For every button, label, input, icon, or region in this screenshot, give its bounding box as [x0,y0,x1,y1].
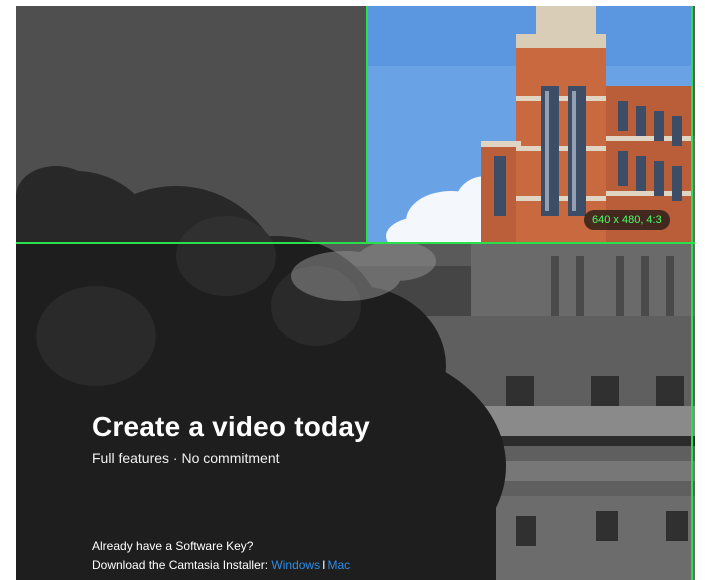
windows-download-link[interactable]: Windows [271,558,320,572]
download-prefix: Download the Camtasia Installer: [92,558,272,572]
hero-subtitle: Full features · No commitment [92,450,280,466]
building-scene-illustration [16,6,695,580]
screen-recording-area: 640 x 480, 4:3 Create a video today Full… [0,0,705,580]
mac-download-link[interactable]: Mac [327,558,350,572]
hero-title: Create a video today [92,411,370,442]
color-preview-region [367,6,693,243]
hero-section: Create a video today Full features · No … [92,410,370,466]
download-info: Already have a Software Key? Download th… [92,537,350,575]
software-key-question: Already have a Software Key? [92,539,254,553]
download-line: Download the Camtasia Installer: Windows… [92,556,350,575]
background-photo: 640 x 480, 4:3 Create a video today Full… [16,6,695,580]
